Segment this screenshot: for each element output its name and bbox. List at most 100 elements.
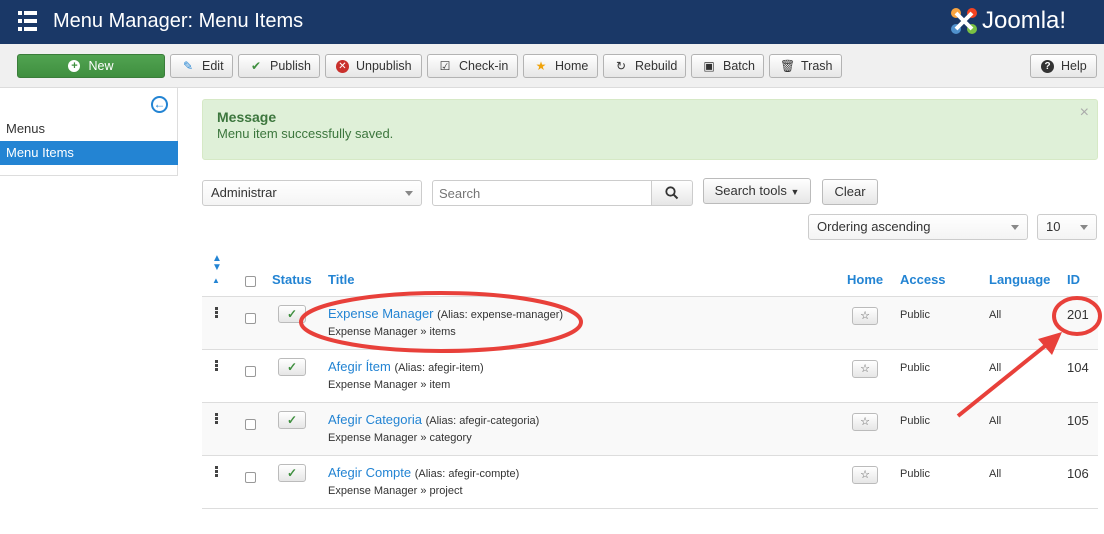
drag-handle-icon[interactable] <box>215 307 219 319</box>
sidebar-item-menu-items[interactable]: Menu Items <box>0 141 178 165</box>
search-button[interactable] <box>651 180 693 206</box>
check-in-button[interactable]: ☑ Check-in <box>427 54 518 78</box>
header-language[interactable]: Language <box>989 272 1050 287</box>
close-icon[interactable]: × <box>1080 104 1089 122</box>
star-outline-icon: ☆ <box>860 363 870 375</box>
search-input[interactable] <box>432 180 652 206</box>
unpublish-button-label: Unpublish <box>356 59 412 73</box>
header-title[interactable]: Title <box>328 272 355 287</box>
item-title-link[interactable]: Afegir Categoria <box>328 412 422 427</box>
star-outline-icon: ☆ <box>860 416 870 428</box>
row-checkbox[interactable] <box>245 313 256 324</box>
item-path: Expense Manager » items <box>328 326 456 338</box>
square-icon: ▣ <box>703 59 715 73</box>
new-button[interactable]: + New <box>17 54 165 78</box>
edit-button-label: Edit <box>202 59 224 73</box>
collapse-sidebar-icon[interactable]: ← <box>151 96 168 113</box>
ordering-select[interactable]: Ordering ascending <box>808 214 1028 240</box>
set-home-button[interactable]: ☆ <box>852 466 878 484</box>
batch-button[interactable]: ▣ Batch <box>691 54 764 78</box>
published-toggle[interactable]: ✓ <box>278 411 306 429</box>
logo-text: Joomla! <box>982 7 1067 34</box>
app-header: Menu Manager: Menu Items Joomla! <box>0 0 1104 44</box>
item-title-link[interactable]: Afegir Ítem <box>328 359 391 374</box>
chevron-down-icon <box>405 191 413 196</box>
success-message: Message Menu item successfully saved. × <box>202 99 1098 160</box>
row-checkbox[interactable] <box>245 472 256 483</box>
item-alias: (Alias: afegir-categoria) <box>425 415 540 427</box>
check-icon: ✓ <box>286 307 298 321</box>
rebuild-button-label: Rebuild <box>635 59 678 73</box>
checkbox-icon: ☑ <box>439 59 451 73</box>
chevron-down-icon <box>1011 225 1019 230</box>
caret-down-icon: ▼ <box>790 187 800 197</box>
set-home-button[interactable]: ☆ <box>852 413 878 431</box>
item-language: All <box>989 468 1002 480</box>
help-button[interactable]: ? Help <box>1030 54 1097 78</box>
published-toggle[interactable]: ✓ <box>278 358 306 376</box>
unpublish-button[interactable]: ✕ Unpublish <box>325 54 422 78</box>
toolbar: + New ✎ Edit ✔ Publish ✕ Unpublish ☑ Che… <box>0 44 1104 88</box>
header-id[interactable]: ID <box>1067 272 1080 287</box>
header-status[interactable]: Status <box>272 272 312 287</box>
home-button-label: Home <box>555 59 589 73</box>
plus-circle-icon: + <box>68 60 81 72</box>
sort-ordering-icon[interactable]: ▲ ▼ <box>212 254 222 273</box>
clear-button[interactable]: Clear <box>822 179 878 205</box>
select-all-checkbox[interactable] <box>245 276 256 287</box>
item-title-link[interactable]: Expense Manager <box>328 306 434 321</box>
search-tools-button[interactable]: Search tools ▼ <box>703 178 811 204</box>
sidebar: ← Menus Menu Items <box>0 88 178 176</box>
header-access[interactable]: Access <box>900 272 946 287</box>
table-row: ✓ Afegir Ítem (Alias: afegir-item) Expen… <box>202 349 1098 402</box>
home-button[interactable]: ★ Home <box>523 54 598 78</box>
limit-select-value: 10 <box>1046 219 1061 234</box>
limit-select[interactable]: 10 <box>1037 214 1097 240</box>
set-home-button[interactable]: ☆ <box>852 307 878 325</box>
drag-handle-icon[interactable] <box>215 360 219 372</box>
check-in-button-label: Check-in <box>459 59 509 73</box>
item-id: 105 <box>1067 413 1089 428</box>
published-toggle[interactable]: ✓ <box>278 464 306 482</box>
drag-handle-icon[interactable] <box>215 466 219 478</box>
joomla-logo-icon <box>951 8 977 34</box>
edit-button[interactable]: ✎ Edit <box>170 54 233 78</box>
x-circle-icon: ✕ <box>336 59 349 73</box>
set-home-button[interactable]: ☆ <box>852 360 878 378</box>
item-alias: (Alias: afegir-compte) <box>414 468 520 480</box>
item-alias: (Alias: expense-manager) <box>437 309 564 321</box>
new-button-label: New <box>88 59 114 73</box>
refresh-icon: ↻ <box>615 59 627 73</box>
rebuild-button[interactable]: ↻ Rebuild <box>603 54 686 78</box>
published-toggle[interactable]: ✓ <box>278 305 306 323</box>
item-path: Expense Manager » project <box>328 485 463 497</box>
search-icon <box>665 186 679 200</box>
ordering-select-value: Ordering ascending <box>817 219 931 234</box>
trash-button[interactable]: 🗑 Trash <box>769 54 842 78</box>
item-access: Public <box>900 468 930 480</box>
row-checkbox[interactable] <box>245 419 256 430</box>
table-row: ✓ Expense Manager (Alias: expense-manage… <box>202 296 1098 349</box>
sidebar-item-menus[interactable]: Menus <box>0 117 178 141</box>
edit-icon: ✎ <box>182 59 194 73</box>
item-access: Public <box>900 309 930 321</box>
trash-icon: 🗑 <box>780 59 796 73</box>
menu-select[interactable]: Administrar <box>202 180 422 206</box>
table-row: ✓ Afegir Compte (Alias: afegir-compte) E… <box>202 455 1098 508</box>
publish-button[interactable]: ✔ Publish <box>238 54 320 78</box>
list-menu-icon[interactable] <box>18 11 37 31</box>
trash-button-label: Trash <box>801 59 833 73</box>
check-icon: ✓ <box>286 360 298 374</box>
header-home[interactable]: Home <box>847 272 883 287</box>
question-circle-icon: ? <box>1041 59 1054 73</box>
drag-handle-icon[interactable] <box>215 413 219 425</box>
item-title-link[interactable]: Afegir Compte <box>328 465 411 480</box>
item-access: Public <box>900 415 930 427</box>
joomla-logo: Joomla! <box>948 4 1094 38</box>
message-body: Menu item successfully saved. <box>217 126 394 141</box>
item-access: Public <box>900 362 930 374</box>
row-checkbox[interactable] <box>245 366 256 377</box>
help-button-label: Help <box>1061 59 1087 73</box>
check-icon: ✔ <box>250 59 262 73</box>
check-icon: ✓ <box>286 413 298 427</box>
